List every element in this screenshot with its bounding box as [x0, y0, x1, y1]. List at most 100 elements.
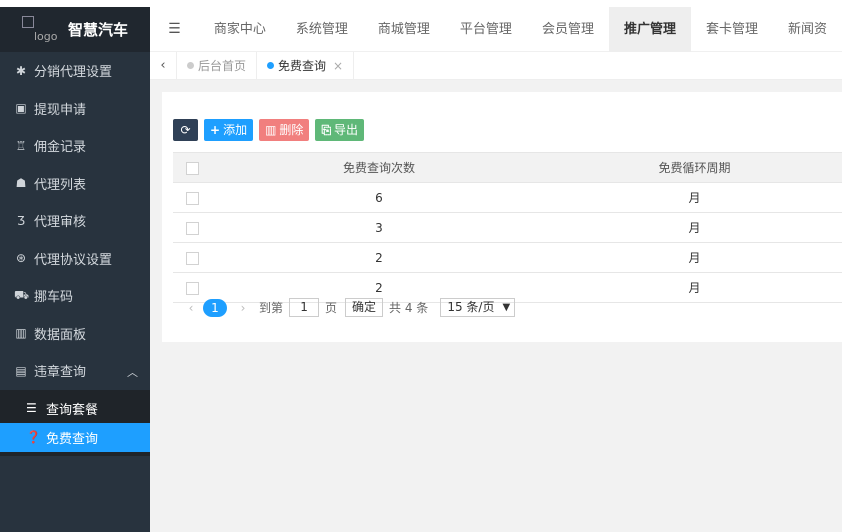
tab-label: 后台首页 [198, 58, 247, 73]
goto-page-input[interactable]: 1 [289, 298, 320, 317]
next-page-icon[interactable]: › [233, 301, 253, 315]
sidebar-item-commission[interactable]: ♖ 佣金记录 [0, 127, 150, 165]
delete-label: 删除 [279, 123, 304, 137]
sidebar-item-dashboard[interactable]: ▥ 数据面板 [0, 315, 150, 353]
sidebar-item-label: 分销代理设置 [34, 65, 113, 81]
bar-chart-icon: ▥ [15, 326, 27, 341]
nav-item-system[interactable]: 系统管理 [281, 7, 363, 52]
sidebar-subitem-query-package[interactable]: ☰ 查询套餐 [0, 394, 150, 423]
sidebar-item-distribution-settings[interactable]: ✱ 分销代理设置 [0, 52, 150, 90]
chevron-left-icon[interactable]: ‹ [150, 51, 177, 80]
sidebar-item-move-car-code[interactable]: ⛟ 挪车码 [0, 277, 150, 315]
ban-icon: ⊛ [15, 251, 27, 266]
nav-item-member[interactable]: 会员管理 [527, 7, 609, 52]
column-header[interactable]: 免费循环周期 [547, 152, 842, 183]
export-button[interactable]: ⎘ 导出 [315, 119, 365, 141]
sidebar-submenu: ☰ 查询套餐 ❓ 免费查询 [0, 389, 150, 456]
row-checkbox-cell [173, 242, 211, 273]
select-all-cell [173, 152, 211, 183]
sidebar-menu: ✱ 分销代理设置 ▣ 提现申请 ♖ 佣金记录 ☗ 代理列表 Ʒ 代理审核 ⊛ 代理协议设置 … [0, 52, 150, 390]
chevron-up-icon: ︿ [127, 366, 138, 379]
sidebar-subitem-free-query[interactable]: ❓ 免费查询 [0, 422, 150, 452]
menu-collapse-icon[interactable]: ☰ [150, 21, 199, 37]
close-icon[interactable]: × [333, 52, 343, 80]
goto-suffix: 页 [325, 301, 338, 315]
goto-confirm-button[interactable]: 确定 [345, 298, 384, 317]
tab-dot [267, 62, 275, 69]
sidebar-item-agent-list[interactable]: ☗ 代理列表 [0, 165, 150, 203]
add-label: 添加 [223, 123, 248, 137]
nav-item-promotion[interactable]: 推广管理 [608, 6, 691, 52]
nav-item-merchant[interactable]: 商家中心 [199, 7, 281, 52]
sidebar-item-label: 代理协议设置 [34, 252, 113, 268]
sidebar-item-violation-query[interactable]: ▤ 违章查询 ︿ [0, 352, 150, 390]
table-cell: 月 [547, 182, 842, 213]
delete-button[interactable]: ▥ 删除 [259, 119, 310, 141]
trash-icon: ▥ [265, 123, 277, 137]
sidebar-item-label: 挪车码 [34, 290, 74, 306]
table-cell: 月 [547, 272, 842, 303]
nav-item-card[interactable]: 套卡管理 [691, 7, 773, 52]
users-icon: ☗ [15, 176, 27, 191]
row-checkbox[interactable] [185, 221, 199, 235]
sidebar-item-label: 提现申请 [34, 102, 87, 118]
sidebar-item-label: 佣金记录 [34, 140, 87, 156]
row-checkbox[interactable] [185, 251, 199, 265]
table-row[interactable]: 3 月 [173, 212, 842, 243]
refresh-button[interactable]: ⟳ [173, 119, 198, 141]
nav-item-mall[interactable]: 商城管理 [363, 7, 445, 52]
tab-label: 免费查询 [278, 58, 327, 73]
logo-image: logo [22, 15, 62, 44]
refresh-icon: ⟳ [180, 123, 191, 137]
page-size-value: 15 条/页 [447, 300, 495, 314]
export-icon: ⎘ [321, 123, 332, 137]
table-cell: 6 [211, 182, 547, 213]
toolbar: ⟳ + 添加 ▥ 删除 ⎘ 导出 [173, 119, 365, 141]
tab-free-query[interactable]: 免费查询 × [257, 51, 355, 80]
row-checkbox[interactable] [185, 281, 199, 295]
pagination: ‹ 1 › 到第 1 页 确定 共 4 条 15 条/页 ▼ [181, 298, 516, 317]
table-cell: 3 [211, 212, 547, 243]
sidebar-item-withdraw[interactable]: ▣ 提现申请 [0, 90, 150, 128]
table-row[interactable]: 2 月 [173, 242, 842, 273]
sidebar-item-label: 代理审核 [34, 215, 87, 231]
row-checkbox[interactable] [185, 191, 199, 205]
money-icon: ▣ [15, 101, 27, 116]
sidebar-item-label: 数据面板 [34, 327, 87, 343]
sidebar-item-agent-agreement[interactable]: ⊛ 代理协议设置 [0, 240, 150, 278]
broken-image-icon [22, 15, 34, 28]
newspaper-icon: ▤ [15, 363, 27, 378]
table-header-row: 免费查询次数 免费循环周期 [173, 152, 842, 183]
sidebar-item-agent-review[interactable]: Ʒ 代理审核 [0, 202, 150, 240]
sidebar: logo 智慧汽车 ✱ 分销代理设置 ▣ 提现申请 ♖ 佣金记录 ☗ 代理列表 Ʒ 代理审… [0, 7, 150, 532]
export-label: 导出 [334, 123, 359, 137]
table-cell: 月 [547, 212, 842, 243]
row-checkbox-cell [173, 182, 211, 213]
logo-area: logo 智慧汽车 [0, 7, 150, 52]
row-checkbox-cell [173, 212, 211, 243]
page-size-select[interactable]: 15 条/页 ▼ [440, 298, 516, 317]
table-cell: 2 [211, 242, 547, 273]
add-button[interactable]: + 添加 [204, 119, 254, 141]
select-all-checkbox[interactable] [185, 161, 199, 175]
brand-name: 智慧汽车 [68, 21, 129, 39]
table-cell: 月 [547, 242, 842, 273]
column-header[interactable]: 免费查询次数 [211, 152, 547, 183]
tab-home[interactable]: 后台首页 [177, 51, 258, 80]
trophy-icon: ♖ [15, 138, 27, 153]
nav-item-news[interactable]: 新闻资 [773, 7, 842, 52]
tab-dot [187, 62, 194, 69]
gear-icon: ✱ [15, 63, 27, 78]
table-row[interactable]: 6 月 [173, 182, 842, 213]
sidebar-item-label: 违章查询 [34, 365, 87, 381]
css3-icon: Ʒ [17, 213, 25, 228]
prev-page-icon[interactable]: ‹ [181, 301, 201, 315]
dropdown-arrow-icon: ▼ [502, 302, 511, 313]
sidebar-item-label: 代理列表 [34, 177, 87, 193]
top-nav: ☰ 商家中心 系统管理 商城管理 平台管理 会员管理 推广管理 套卡管理 新闻资 [150, 6, 842, 52]
current-page[interactable]: 1 [203, 298, 227, 317]
goto-prefix: 到第 [259, 301, 284, 315]
data-table: 免费查询次数 免费循环周期 6 月 3 月 2 月 2 月 [173, 152, 842, 303]
nav-item-platform[interactable]: 平台管理 [445, 7, 527, 52]
page-tabs: ‹ 后台首页 免费查询 × [150, 51, 842, 80]
